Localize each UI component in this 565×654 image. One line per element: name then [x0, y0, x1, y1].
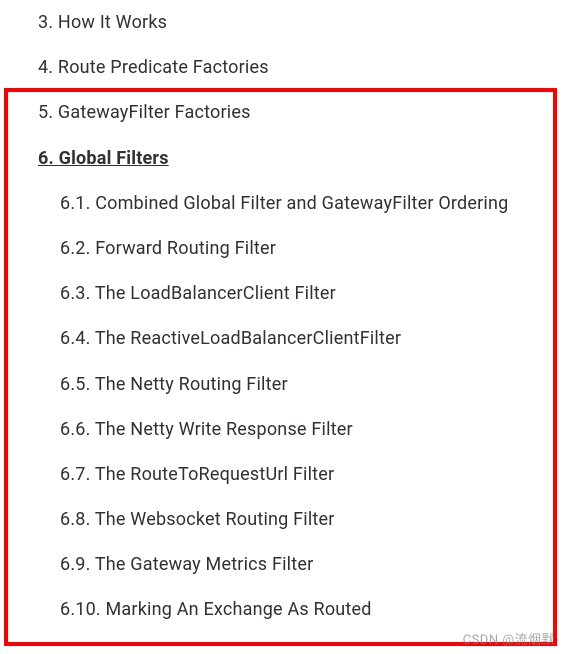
- toc-item-marking-exchange-routed[interactable]: 6.10. Marking An Exchange As Routed: [60, 597, 555, 622]
- toc-container: 3. How It Works 4. Route Predicate Facto…: [0, 0, 565, 653]
- toc-item-reactiveloadbalancerclientfilter[interactable]: 6.4. The ReactiveLoadBalancerClientFilte…: [60, 326, 555, 351]
- toc-item-netty-write-response-filter[interactable]: 6.6. The Netty Write Response Filter: [60, 417, 555, 442]
- toc-item-loadbalancerclient-filter[interactable]: 6.3. The LoadBalancerClient Filter: [60, 281, 555, 306]
- toc-item-routetorequesturl-filter[interactable]: 6.7. The RouteToRequestUrl Filter: [60, 462, 555, 487]
- watermark-text: CSDN @流烟默: [463, 629, 555, 648]
- toc-item-global-filters[interactable]: 6. Global Filters: [38, 146, 555, 171]
- toc-item-forward-routing-filter[interactable]: 6.2. Forward Routing Filter: [60, 236, 555, 261]
- toc-item-netty-routing-filter[interactable]: 6.5. The Netty Routing Filter: [60, 372, 555, 397]
- toc-item-combined-global-filter[interactable]: 6.1. Combined Global Filter and GatewayF…: [60, 191, 555, 216]
- toc-item-route-predicate-factories[interactable]: 4. Route Predicate Factories: [38, 55, 555, 80]
- toc-item-how-it-works[interactable]: 3. How It Works: [38, 10, 555, 35]
- toc-item-websocket-routing-filter[interactable]: 6.8. The Websocket Routing Filter: [60, 507, 555, 532]
- toc-item-gatewayfilter-factories[interactable]: 5. GatewayFilter Factories: [38, 100, 555, 125]
- toc-item-gateway-metrics-filter[interactable]: 6.9. The Gateway Metrics Filter: [60, 552, 555, 577]
